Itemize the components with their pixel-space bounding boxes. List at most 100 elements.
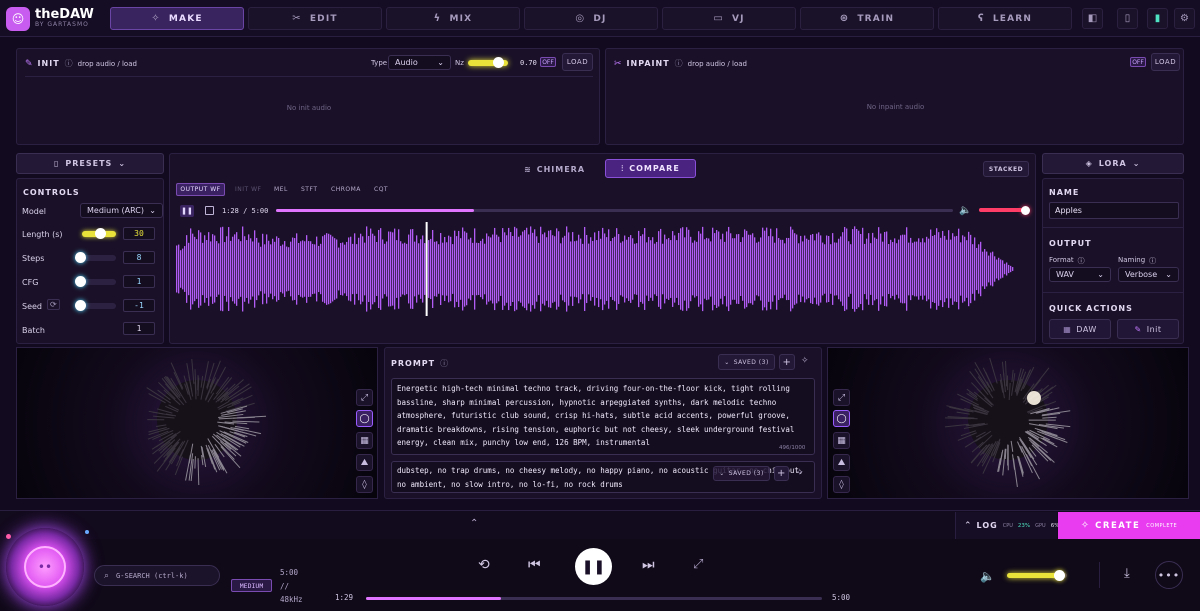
droplet-mode-icon[interactable]: ◊ bbox=[833, 476, 850, 493]
player-volume-knob[interactable] bbox=[1054, 570, 1065, 581]
lora-button[interactable]: ◈ LORA ⌄ bbox=[1042, 153, 1184, 174]
expand-icon[interactable]: ⤢ bbox=[693, 557, 703, 572]
player-seekbar[interactable] bbox=[366, 597, 822, 600]
more-options-icon[interactable]: ••• bbox=[1155, 561, 1183, 589]
droplet-mode-icon[interactable]: ◊ bbox=[356, 476, 373, 493]
stacked-button[interactable]: STACKED bbox=[983, 161, 1029, 177]
cfg-slider-knob[interactable] bbox=[75, 276, 86, 287]
add-negative-icon[interactable]: + bbox=[774, 466, 789, 481]
inpaint-off-toggle[interactable]: OFF bbox=[1130, 57, 1146, 67]
format-select[interactable]: WAV ⌄ bbox=[1049, 267, 1111, 282]
stop-icon[interactable] bbox=[205, 206, 214, 215]
download-icon[interactable]: ⤓ bbox=[1124, 566, 1130, 581]
mountain-mode-icon[interactable]: ⛰ bbox=[356, 454, 373, 471]
speaker-icon[interactable]: 🔈 bbox=[959, 205, 971, 216]
steps-field[interactable]: 8 bbox=[123, 251, 155, 264]
info-icon[interactable]: ⓘ bbox=[440, 358, 448, 369]
seed-field[interactable]: -1 bbox=[123, 299, 155, 312]
viewer-seekbar[interactable] bbox=[276, 209, 953, 212]
init-off-toggle[interactable]: OFF bbox=[540, 57, 556, 67]
saved-prompts-button[interactable]: ⌄ SAVED (3) bbox=[718, 354, 775, 370]
visualizer-right[interactable] bbox=[827, 347, 1189, 499]
waveform-display[interactable] bbox=[176, 222, 1028, 316]
quick-daw-button[interactable]: ▦ DAW bbox=[1049, 319, 1111, 339]
length-field[interactable]: 30 bbox=[123, 227, 155, 240]
log-toggle[interactable]: ⌃ LOG CPU 23% GPU 6% bbox=[955, 512, 1059, 539]
tab-dj[interactable]: ◎ DJ bbox=[524, 7, 658, 30]
wf-tab-init-wf[interactable]: INIT WF bbox=[235, 186, 261, 193]
wf-tab-output-wf[interactable]: OUTPUT WF bbox=[176, 183, 225, 196]
init-dropzone[interactable]: No init audio bbox=[25, 76, 593, 138]
info-icon[interactable]: ⓘ bbox=[675, 58, 683, 69]
next-icon[interactable]: ⏭ bbox=[642, 557, 655, 573]
naming-select[interactable]: Verbose ⌄ bbox=[1118, 267, 1179, 282]
tab-train[interactable]: ⊛ TRAIN bbox=[800, 7, 934, 30]
init-load-button[interactable]: LOAD bbox=[562, 53, 593, 71]
cfg-field[interactable]: 1 bbox=[123, 275, 155, 288]
quick-init-button[interactable]: ✎ Init bbox=[1117, 319, 1179, 339]
sphere-mode-icon[interactable]: ◯ bbox=[356, 410, 373, 427]
settings-icon[interactable]: ⚙ bbox=[1174, 8, 1195, 29]
volume-icon[interactable]: 🔈 bbox=[980, 569, 995, 583]
chevron-up-icon[interactable]: ⌃ bbox=[470, 518, 478, 529]
create-button[interactable]: ✧ CREATE COMPLETE bbox=[1058, 512, 1200, 539]
pause-icon[interactable]: ❚❚ bbox=[180, 205, 194, 217]
length-slider-knob[interactable] bbox=[95, 228, 106, 239]
wf-tab-chroma[interactable]: CHROMA bbox=[331, 186, 361, 193]
sphere-mode-icon[interactable]: ◯ bbox=[833, 410, 850, 427]
previous-icon[interactable]: ⏮ bbox=[528, 557, 541, 573]
info-icon[interactable]: ⓘ bbox=[1078, 256, 1085, 266]
magic-wand-icon[interactable]: ✧ bbox=[801, 356, 809, 366]
prompt-textarea[interactable]: Energetic high-tech minimal techno track… bbox=[391, 378, 815, 455]
tab-vj[interactable]: ▭ VJ bbox=[662, 7, 796, 30]
saved-negative-button[interactable]: ⌄ SAVED (3) bbox=[713, 466, 770, 481]
info-icon[interactable]: ⓘ bbox=[1149, 256, 1156, 266]
steps-slider-knob[interactable] bbox=[75, 252, 86, 263]
waveform-bar bbox=[528, 234, 530, 304]
play-pause-button[interactable]: ❚❚ bbox=[575, 548, 612, 585]
book-icon[interactable]: ▯ bbox=[1117, 8, 1138, 29]
add-prompt-icon[interactable]: + bbox=[779, 354, 795, 370]
inpaint-load-button[interactable]: LOAD bbox=[1151, 53, 1180, 71]
magic-wand-icon[interactable]: ✧ bbox=[796, 468, 804, 478]
repeat-icon[interactable]: ⟲ bbox=[478, 557, 490, 573]
presets-button[interactable]: ▯ PRESETS ⌄ bbox=[16, 153, 164, 174]
tab-make[interactable]: ✧ MAKE bbox=[110, 7, 244, 30]
logo-icon[interactable]: ☺ bbox=[6, 7, 30, 31]
grid-mode-icon[interactable]: ▦ bbox=[833, 432, 850, 449]
chimera-tab[interactable]: ≋ CHIMERA bbox=[524, 165, 585, 174]
model-select[interactable]: Medium (ARC) ⌄ bbox=[80, 203, 163, 218]
nz-slider-knob[interactable] bbox=[493, 57, 504, 68]
mobile-icon[interactable]: ▮ bbox=[1147, 8, 1168, 29]
mountain-mode-icon[interactable]: ⛰ bbox=[833, 454, 850, 471]
inpaint-dropzone[interactable]: No inpaint audio bbox=[614, 76, 1177, 138]
compare-tab[interactable]: ⫶ COMPARE bbox=[605, 159, 696, 178]
tab-mix[interactable]: ϟ MIX bbox=[386, 7, 520, 30]
prompt-char-count: 496/1000 bbox=[779, 445, 806, 451]
avatar-orb[interactable]: •• bbox=[6, 528, 84, 606]
batch-field[interactable]: 1 bbox=[123, 322, 155, 335]
type-select[interactable]: Audio ⌄ bbox=[388, 55, 451, 70]
global-search[interactable]: ⌕ G-SEARCH (ctrl-k) bbox=[94, 565, 220, 586]
expand-icon[interactable]: ⤢ bbox=[356, 389, 373, 406]
info-icon[interactable]: ⓘ bbox=[65, 58, 73, 69]
panel-toggle-icon[interactable]: ◧ bbox=[1082, 8, 1103, 29]
expand-icon[interactable]: ⤢ bbox=[833, 389, 850, 406]
track-separator: // bbox=[280, 581, 290, 591]
waveform-bar bbox=[724, 241, 726, 297]
wf-tab-mel[interactable]: MEL bbox=[274, 186, 288, 193]
tab-learn[interactable]: ʕ LEARN bbox=[938, 7, 1072, 30]
viewer-volume-knob[interactable] bbox=[1021, 206, 1030, 215]
playhead[interactable] bbox=[425, 222, 428, 316]
visualizer-left[interactable] bbox=[16, 347, 378, 499]
dice-icon[interactable]: ⟳ bbox=[47, 299, 60, 310]
waveform-bar bbox=[784, 243, 786, 295]
wf-tab-stft[interactable]: STFT bbox=[301, 186, 317, 193]
tab-edit[interactable]: ✂ EDIT bbox=[248, 7, 382, 30]
name-input[interactable]: Apples bbox=[1049, 202, 1179, 219]
wf-tab-cqt[interactable]: CQT bbox=[374, 186, 388, 193]
grid-mode-icon[interactable]: ▦ bbox=[356, 432, 373, 449]
waveform-bar bbox=[548, 230, 550, 308]
seed-slider-knob[interactable] bbox=[75, 300, 86, 311]
waveform-bar bbox=[952, 233, 954, 305]
